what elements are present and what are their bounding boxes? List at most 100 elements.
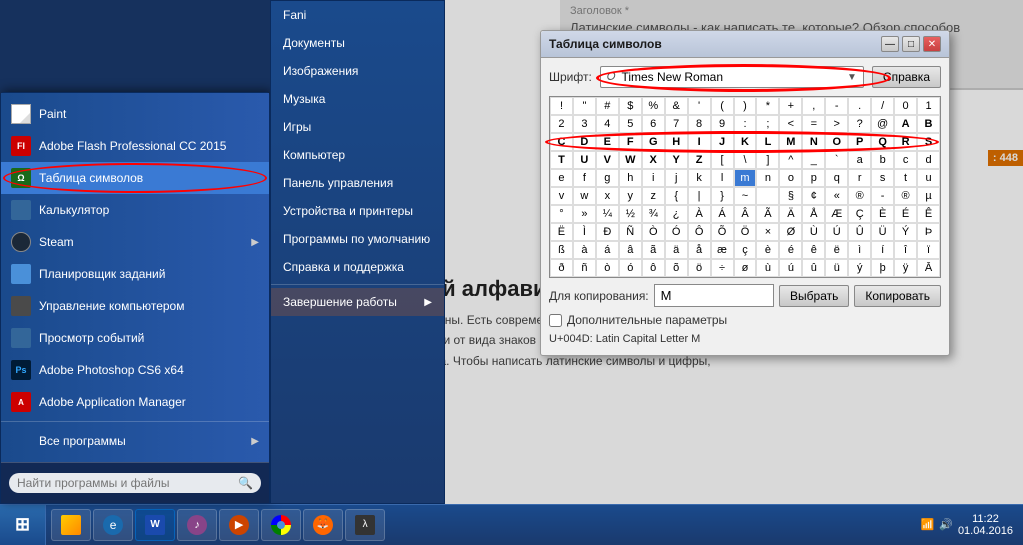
char-cell[interactable]: Ù bbox=[802, 223, 825, 241]
sidebar-item-manage[interactable]: Управление компьютером bbox=[1, 290, 269, 322]
char-cell[interactable]: × bbox=[756, 223, 779, 241]
char-cell[interactable]: . bbox=[848, 97, 871, 115]
char-cell[interactable]: û bbox=[802, 259, 825, 277]
char-cell[interactable]: Ú bbox=[825, 223, 848, 241]
char-cell[interactable]: R bbox=[894, 133, 917, 151]
sidebar-item-all-programs[interactable]: Все программы ▶ bbox=[1, 425, 269, 457]
advanced-checkbox[interactable] bbox=[549, 314, 562, 327]
copy-button[interactable]: Копировать bbox=[854, 285, 941, 307]
char-cell[interactable]: d bbox=[917, 151, 940, 169]
char-cell[interactable]: î bbox=[894, 241, 917, 259]
char-cell[interactable]: ! bbox=[550, 97, 573, 115]
char-cell[interactable]: Ô bbox=[688, 223, 711, 241]
submenu-help[interactable]: Справка и поддержка bbox=[271, 253, 444, 281]
char-cell[interactable]: t bbox=[894, 169, 917, 187]
submenu-devices[interactable]: Устройства и принтеры bbox=[271, 197, 444, 225]
char-cell[interactable]: } bbox=[711, 187, 734, 205]
start-button[interactable]: ⊞ bbox=[0, 505, 46, 545]
char-cell[interactable]: « bbox=[825, 187, 848, 205]
char-cell[interactable]: Ç bbox=[848, 205, 871, 223]
char-cell[interactable]: Ü bbox=[871, 223, 894, 241]
char-cell[interactable]: ~ bbox=[734, 187, 757, 205]
char-cell[interactable]: - bbox=[871, 187, 894, 205]
char-cell[interactable]: è bbox=[756, 241, 779, 259]
char-cell[interactable]: Z bbox=[688, 151, 711, 169]
char-cell[interactable]: U bbox=[573, 151, 596, 169]
char-cell[interactable]: ¾ bbox=[642, 205, 665, 223]
char-cell[interactable]: c bbox=[894, 151, 917, 169]
submenu-music[interactable]: Музыка bbox=[271, 85, 444, 113]
char-cell[interactable]: ò bbox=[596, 259, 619, 277]
char-cell[interactable]: õ bbox=[665, 259, 688, 277]
char-cell[interactable]: B bbox=[917, 115, 940, 133]
char-cell[interactable]: F bbox=[619, 133, 642, 151]
sidebar-item-task[interactable]: Планировщик заданий bbox=[1, 258, 269, 290]
char-cell[interactable]: Ø bbox=[779, 223, 802, 241]
sidebar-item-calc[interactable]: Калькулятор bbox=[1, 194, 269, 226]
sidebar-item-charmap[interactable]: Ω Таблица символов bbox=[1, 162, 269, 194]
char-cell[interactable]: æ bbox=[711, 241, 734, 259]
char-cell[interactable]: ï bbox=[917, 241, 940, 259]
char-cell[interactable]: # bbox=[596, 97, 619, 115]
search-bar[interactable]: 🔍 bbox=[9, 473, 261, 493]
char-cell[interactable] bbox=[756, 187, 779, 205]
char-cell[interactable]: ¼ bbox=[596, 205, 619, 223]
char-cell[interactable]: e bbox=[550, 169, 573, 187]
char-cell[interactable]: \ bbox=[734, 151, 757, 169]
char-cell[interactable]: $ bbox=[619, 97, 642, 115]
char-cell[interactable]: ã bbox=[642, 241, 665, 259]
char-cell[interactable]: C bbox=[550, 133, 573, 151]
char-cell[interactable]: ó bbox=[619, 259, 642, 277]
char-cell[interactable]: ø bbox=[734, 259, 757, 277]
char-cell[interactable]: È bbox=[871, 205, 894, 223]
dialog-close-button[interactable]: ✕ bbox=[923, 36, 941, 52]
char-cell[interactable]: 6 bbox=[642, 115, 665, 133]
char-cell[interactable]: v bbox=[550, 187, 573, 205]
char-cell[interactable]: Ê bbox=[917, 205, 940, 223]
char-cell[interactable]: N bbox=[802, 133, 825, 151]
char-cell[interactable]: Â bbox=[734, 205, 757, 223]
char-cell[interactable]: D bbox=[573, 133, 596, 151]
char-cell[interactable]: 4 bbox=[596, 115, 619, 133]
char-cell[interactable]: / bbox=[871, 97, 894, 115]
taskbar-item-chrome[interactable] bbox=[261, 509, 301, 541]
char-cell[interactable]: ü bbox=[825, 259, 848, 277]
char-cell[interactable]: 3 bbox=[573, 115, 596, 133]
char-cell[interactable]: à bbox=[573, 241, 596, 259]
char-cell[interactable]: + bbox=[779, 97, 802, 115]
char-cell[interactable]: = bbox=[802, 115, 825, 133]
help-button[interactable]: Справка bbox=[872, 66, 941, 88]
char-cell[interactable]: @ bbox=[871, 115, 894, 133]
char-cell[interactable]: Ð bbox=[596, 223, 619, 241]
char-cell[interactable]: µ bbox=[917, 187, 940, 205]
char-cell[interactable]: ; bbox=[756, 115, 779, 133]
char-cell[interactable]: Å bbox=[802, 205, 825, 223]
char-cell[interactable]: b bbox=[871, 151, 894, 169]
char-cell[interactable]: > bbox=[825, 115, 848, 133]
char-cell[interactable]: ì bbox=[848, 241, 871, 259]
char-cell[interactable]: ë bbox=[825, 241, 848, 259]
submenu-games[interactable]: Игры bbox=[271, 113, 444, 141]
char-cell[interactable]: ( bbox=[711, 97, 734, 115]
char-cell[interactable]: & bbox=[665, 97, 688, 115]
submenu-computer[interactable]: Компьютер bbox=[271, 141, 444, 169]
char-cell[interactable]: 2 bbox=[550, 115, 573, 133]
char-cell[interactable]: á bbox=[596, 241, 619, 259]
submenu-fani[interactable]: Fani bbox=[271, 1, 444, 29]
char-cell[interactable]: ô bbox=[642, 259, 665, 277]
sidebar-item-ps[interactable]: Ps Adobe Photoshop CS6 x64 bbox=[1, 354, 269, 386]
char-cell[interactable]: K bbox=[734, 133, 757, 151]
char-cell[interactable]: ç bbox=[734, 241, 757, 259]
char-cell[interactable]: 1 bbox=[917, 97, 940, 115]
char-cell[interactable]: O bbox=[825, 133, 848, 151]
char-cell[interactable]: < bbox=[779, 115, 802, 133]
taskbar-item-media[interactable]: ▶ bbox=[219, 509, 259, 541]
char-cell[interactable]: Q bbox=[871, 133, 894, 151]
char-cell[interactable]: ý bbox=[848, 259, 871, 277]
char-cell[interactable]: * bbox=[756, 97, 779, 115]
char-cell[interactable]: Ý bbox=[894, 223, 917, 241]
char-cell[interactable]: ê bbox=[802, 241, 825, 259]
taskbar-item-music[interactable]: ♪ bbox=[177, 509, 217, 541]
copy-input[interactable] bbox=[654, 284, 774, 307]
char-cell[interactable]: p bbox=[802, 169, 825, 187]
